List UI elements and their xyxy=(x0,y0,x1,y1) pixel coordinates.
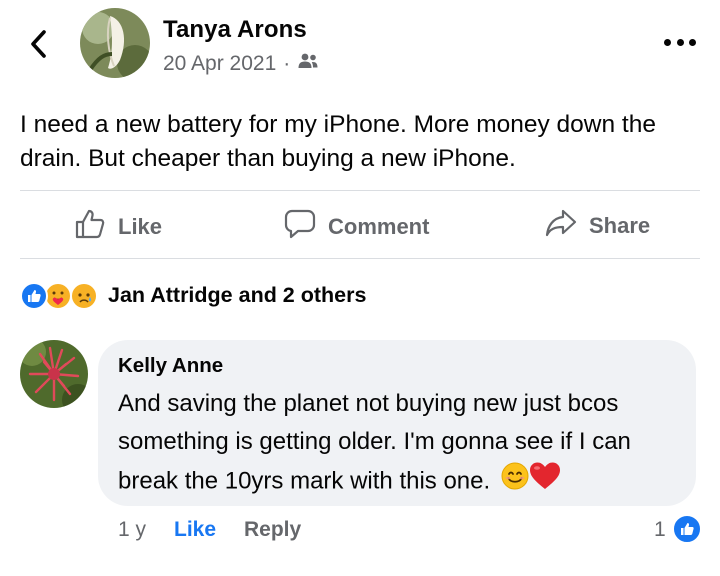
commenter-name[interactable]: Kelly Anne xyxy=(118,354,223,378)
meta-separator: · xyxy=(283,52,291,75)
post-author-name[interactable]: Tanya Arons xyxy=(163,16,307,44)
post-date[interactable]: 20 Apr 2021 xyxy=(163,52,276,76)
comment-footer: 1 y Like Reply 1 xyxy=(0,514,720,548)
post-actions: Like Comment Share xyxy=(0,196,720,258)
post-header: Tanya Arons 20 Apr 2021 · xyxy=(0,0,720,90)
reactions-summary[interactable]: Jan Attridge and 2 others xyxy=(20,278,366,312)
reaction-icons xyxy=(20,279,106,311)
share-label: Share xyxy=(589,213,651,238)
post-meta: 20 Apr 2021 · xyxy=(163,52,319,76)
comment-text-block: And saving the planet not buying new jus… xyxy=(118,385,688,503)
author-avatar[interactable] xyxy=(80,8,150,78)
divider-bottom xyxy=(20,258,700,259)
thumbs-up-icon xyxy=(74,208,118,246)
comment-button[interactable]: Comment xyxy=(284,208,429,246)
comment-label: Comment xyxy=(328,214,430,239)
comment-bubble[interactable]: Kelly Anne And saving the planet not buy… xyxy=(98,340,696,506)
comment-timestamp[interactable]: 1 y xyxy=(118,518,146,542)
post-text: I need a new battery for my iPhone. More… xyxy=(20,111,656,172)
comment-reply-button[interactable]: Reply xyxy=(244,518,301,542)
like-button[interactable]: Like xyxy=(74,208,162,246)
comment-reaction-count[interactable]: 1 xyxy=(654,518,666,542)
share-arrow-icon xyxy=(545,208,589,244)
commenter-avatar[interactable] xyxy=(20,340,88,408)
back-chevron-icon[interactable] xyxy=(24,26,54,62)
like-label: Like xyxy=(118,214,163,239)
like-reaction-icon xyxy=(20,282,48,310)
comment-emojis xyxy=(501,461,561,503)
divider-top xyxy=(20,190,700,191)
comment-like-button[interactable]: Like xyxy=(174,518,216,542)
care-reaction-icon xyxy=(44,282,72,310)
sad-reaction-icon xyxy=(70,282,98,310)
share-button[interactable]: Share xyxy=(545,208,650,244)
red-heart-emoji xyxy=(529,461,561,503)
friends-icon xyxy=(297,52,319,76)
like-reaction-icon[interactable] xyxy=(672,514,702,544)
smiling-face-emoji xyxy=(501,462,529,502)
more-options-icon[interactable] xyxy=(664,34,696,50)
reactions-summary-text: Jan Attridge and 2 others xyxy=(108,282,367,307)
comment-bubble-icon xyxy=(284,208,328,246)
